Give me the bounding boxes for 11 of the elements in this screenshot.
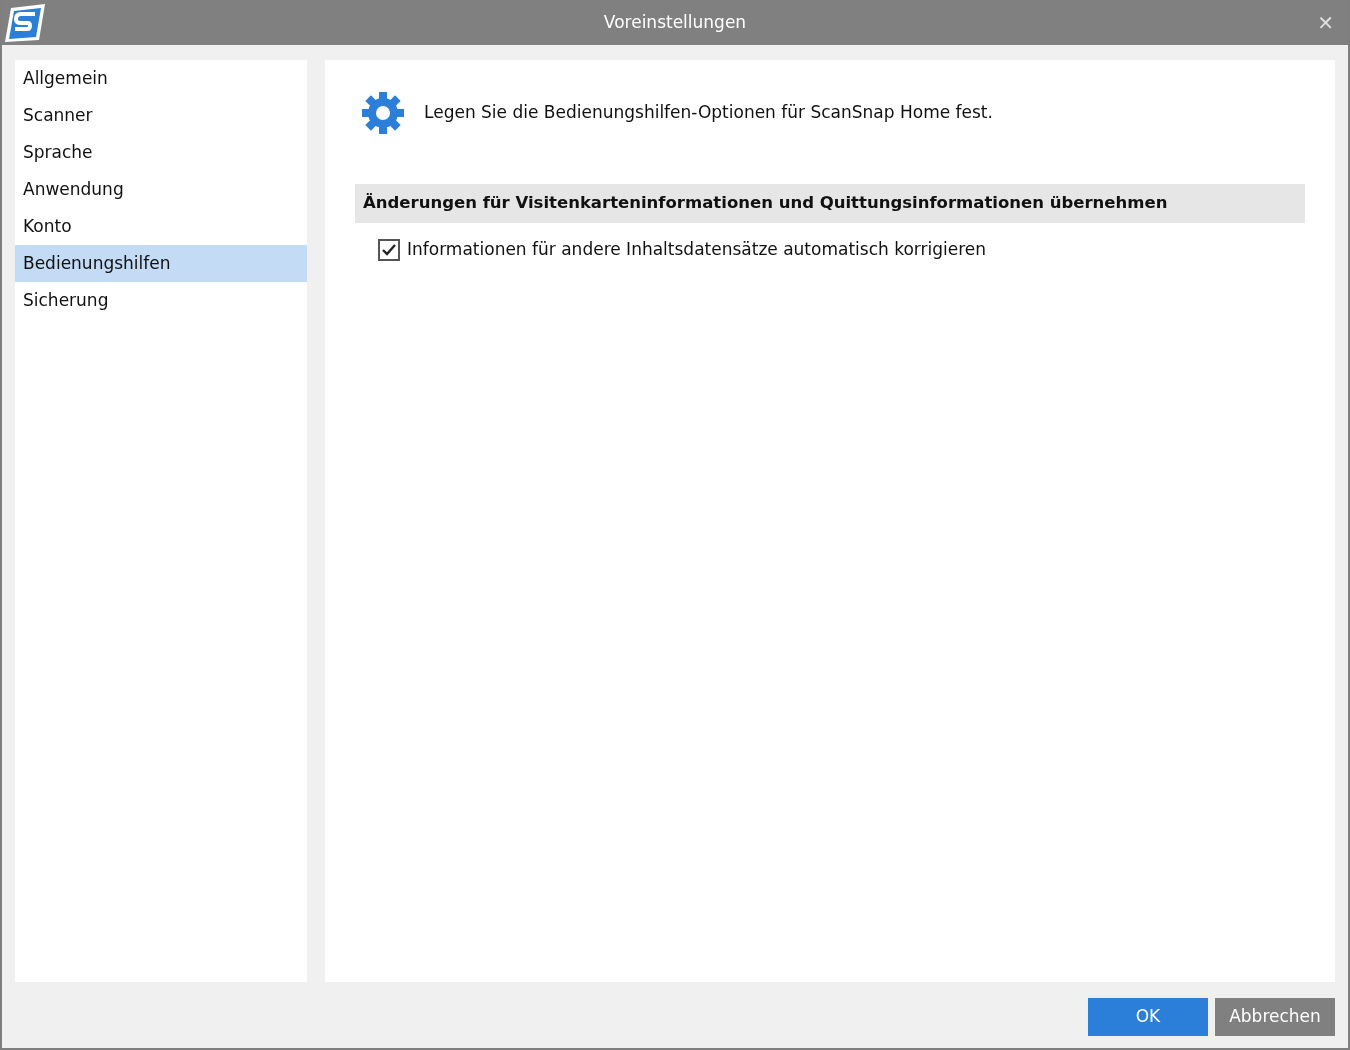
app-logo-icon (5, 3, 45, 42)
intro-text: Legen Sie die Bedienungshilfen-Optionen für ScanSnap Home fest. (424, 101, 993, 125)
checkmark-icon (381, 242, 397, 257)
section-header: Änderungen für Visitenkarteninformationen und Quittungsinformationen übernehmen (355, 184, 1305, 223)
checkbox[interactable] (378, 238, 400, 261)
sidebar-item[interactable]: Bedienungshilfen (15, 245, 307, 282)
ok-button[interactable]: OK (1088, 997, 1208, 1036)
checkbox-label: Informationen für andere Inhaltsdatensätze automatisch korrigieren (407, 237, 987, 261)
window-title: Voreinstellungen (602, 10, 748, 34)
settings-icon (360, 90, 406, 136)
cancel-button[interactable]: Abbrechen (1215, 997, 1335, 1036)
